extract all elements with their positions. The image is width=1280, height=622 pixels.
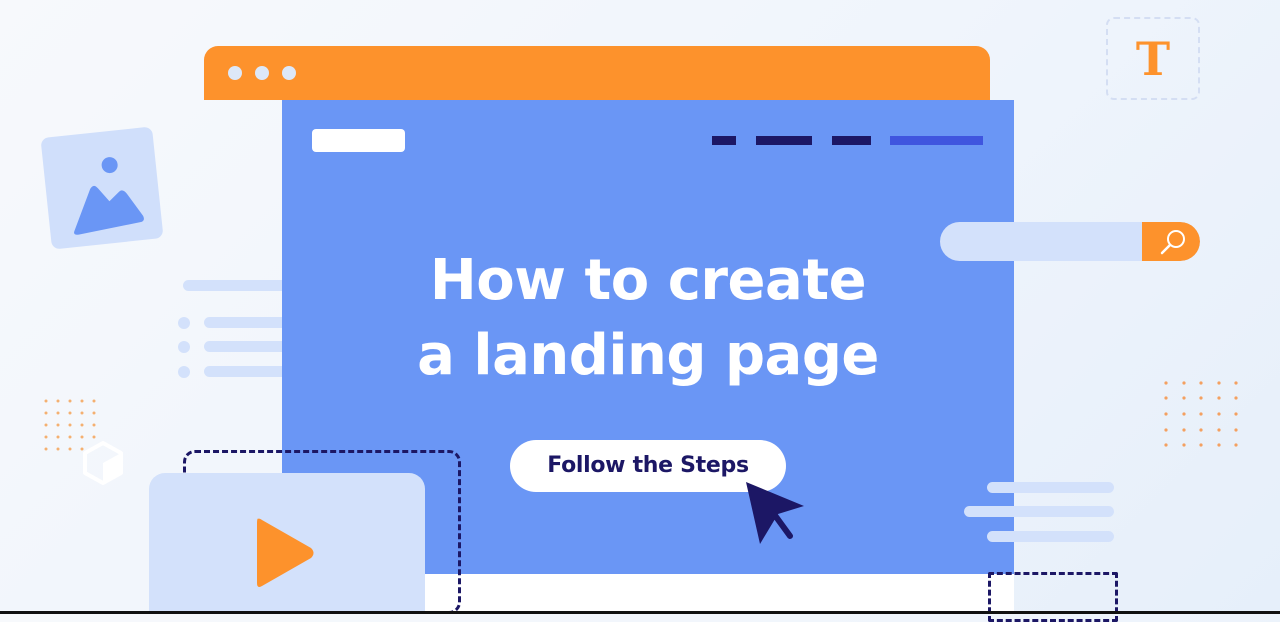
search-icon (1160, 230, 1185, 255)
list-bullet (178, 341, 190, 353)
image-placeholder-card (40, 126, 164, 250)
text-tool-icon: T (1106, 17, 1200, 100)
title-line-2: a landing page (417, 323, 879, 388)
nav-item[interactable] (756, 136, 812, 145)
browser-titlebar (204, 46, 990, 100)
window-dot (255, 66, 269, 80)
cursor-pointer-icon (746, 482, 804, 544)
nav-item[interactable] (832, 136, 871, 145)
text-line (987, 531, 1114, 542)
page-title: How to create a landing page (282, 243, 1014, 393)
cube-icon (83, 441, 123, 485)
window-dot (228, 66, 242, 80)
search-bar[interactable] (940, 222, 1200, 261)
list-line (204, 366, 292, 377)
nav-item[interactable] (712, 136, 736, 145)
text-line (987, 482, 1114, 493)
play-icon[interactable] (253, 515, 317, 591)
selection-frame-right (988, 572, 1118, 622)
search-button[interactable] (1142, 222, 1200, 261)
nav-item-active[interactable] (890, 136, 983, 145)
list-bullet (178, 366, 190, 378)
list-line (204, 317, 292, 328)
logo-placeholder (312, 129, 405, 152)
video-card[interactable] (149, 473, 425, 614)
dot-grid-right (1164, 381, 1238, 447)
title-line-1: How to create (429, 248, 867, 313)
text-line (964, 506, 1114, 517)
image-icon (74, 157, 144, 235)
list-bullet (178, 317, 190, 329)
window-dot (282, 66, 296, 80)
